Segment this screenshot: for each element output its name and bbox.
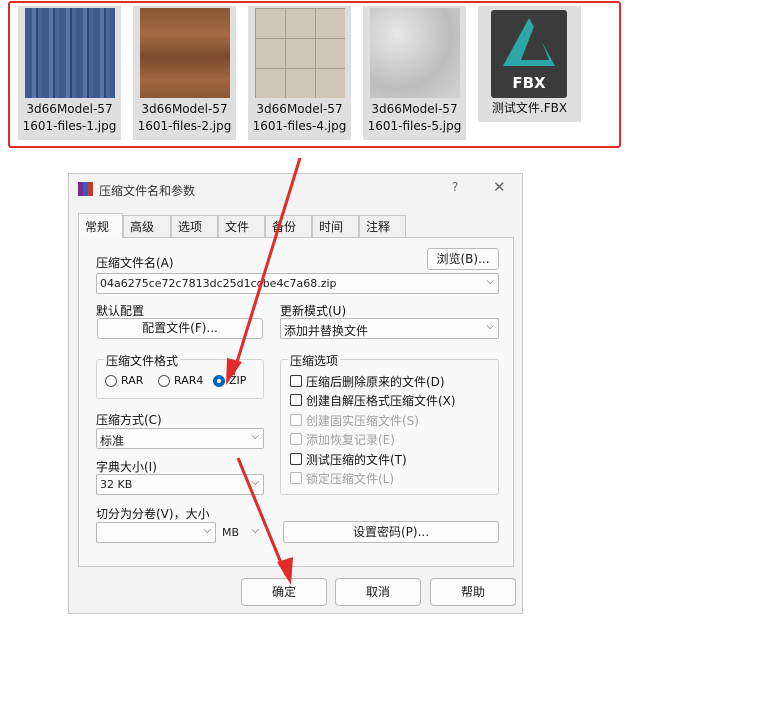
chevron-down-icon[interactable]: ⌵ bbox=[251, 525, 259, 536]
file-item-1[interactable]: 3d66Model-57 1601-files-1.jpg bbox=[18, 6, 121, 140]
chevron-down-icon[interactable]: ⌵ bbox=[203, 525, 211, 536]
help-button[interactable]: 帮助 bbox=[430, 578, 516, 606]
chevron-down-icon[interactable]: ⌵ bbox=[251, 431, 259, 442]
tab-time[interactable]: 时间 bbox=[312, 215, 359, 237]
lock-archive-checkbox bbox=[290, 472, 302, 484]
tab-general[interactable]: 常规 bbox=[78, 213, 123, 238]
image-thumbnail bbox=[370, 8, 460, 98]
archive-name-label: 压缩文件名(A) bbox=[96, 256, 174, 270]
file-item-2[interactable]: 3d66Model-57 1601-files-2.jpg bbox=[133, 6, 236, 140]
archive-format-label: 压缩文件格式 bbox=[104, 352, 181, 369]
compression-method-label: 压缩方式(C) bbox=[96, 413, 162, 427]
file-name: 3d66Model-57 1601-files-5.jpg bbox=[367, 102, 462, 133]
update-mode-select[interactable]: 添加并替换文件 ⌵ bbox=[280, 318, 499, 339]
dictionary-size-label: 字典大小(I) bbox=[96, 460, 157, 474]
image-thumbnail bbox=[25, 8, 115, 98]
format-rar-radio[interactable] bbox=[105, 375, 117, 387]
test-files-checkbox[interactable] bbox=[290, 453, 302, 465]
test-files-label: 测试压缩的文件(T) bbox=[306, 453, 407, 467]
delete-after-checkbox[interactable] bbox=[290, 375, 302, 387]
file-item-3[interactable]: 3d66Model-57 1601-files-4.jpg bbox=[248, 6, 351, 140]
lock-archive-label: 锁定压缩文件(L) bbox=[306, 472, 395, 486]
file-name: 3d66Model-57 1601-files-4.jpg bbox=[252, 102, 347, 133]
format-rar4-label: RAR4 bbox=[174, 374, 204, 387]
file-name: 3d66Model-57 1601-files-2.jpg bbox=[137, 102, 232, 133]
chevron-down-icon[interactable]: ⌵ bbox=[486, 321, 494, 332]
title-bar: 压缩文件名和参数 ? ✕ bbox=[69, 174, 522, 204]
tab-advanced[interactable]: 高级 bbox=[123, 215, 171, 237]
format-zip-label: ZIP bbox=[229, 374, 247, 387]
format-zip-radio[interactable] bbox=[213, 375, 225, 387]
default-profile-label: 默认配置 bbox=[96, 304, 145, 318]
profiles-button[interactable]: 配置文件(F)... bbox=[97, 318, 263, 339]
archive-options-label: 压缩选项 bbox=[288, 352, 341, 369]
solid-label: 创建固实压缩文件(S) bbox=[306, 414, 419, 428]
ok-button[interactable]: 确定 bbox=[241, 578, 327, 606]
tab-backup[interactable]: 备份 bbox=[265, 215, 312, 237]
file-item-5[interactable]: FBX 测试文件.FBX bbox=[478, 6, 581, 122]
file-name: 3d66Model-57 1601-files-1.jpg bbox=[22, 102, 117, 133]
chevron-down-icon[interactable]: ⌵ bbox=[486, 276, 494, 287]
image-thumbnail bbox=[255, 8, 345, 98]
winrar-icon bbox=[78, 182, 93, 196]
format-rar-label: RAR bbox=[121, 374, 144, 387]
archive-settings-dialog: 压缩文件名和参数 ? ✕ 常规 高级 选项 文件 备份 时间 注释 压缩文件名(… bbox=[68, 173, 523, 614]
general-panel: 压缩文件名(A) 浏览(B)... 04a6275ce72c7813dc25d1… bbox=[78, 237, 514, 567]
browse-button[interactable]: 浏览(B)... bbox=[427, 248, 499, 270]
file-item-4[interactable]: 3d66Model-57 1601-files-5.jpg bbox=[363, 6, 466, 140]
fbx-file-icon: FBX bbox=[491, 10, 567, 98]
dictionary-size-select[interactable]: 32 KB ⌵ bbox=[96, 474, 264, 495]
image-thumbnail bbox=[140, 8, 230, 98]
split-volumes-label: 切分为分卷(V)，大小 bbox=[96, 507, 210, 521]
compression-method-select[interactable]: 标准 ⌵ bbox=[96, 428, 264, 449]
sfx-label: 创建自解压格式压缩文件(X) bbox=[306, 394, 456, 408]
fbx-badge-text: FBX bbox=[512, 74, 546, 92]
recovery-record-label: 添加恢复记录(E) bbox=[306, 433, 395, 447]
split-unit-select[interactable]: MB ⌵ bbox=[218, 522, 264, 543]
update-mode-label: 更新模式(U) bbox=[280, 304, 347, 318]
solid-checkbox bbox=[290, 414, 302, 426]
dialog-title: 压缩文件名和参数 bbox=[99, 184, 196, 198]
file-name: 测试文件.FBX bbox=[491, 101, 568, 115]
sfx-checkbox[interactable] bbox=[290, 394, 302, 406]
delete-after-label: 压缩后删除原来的文件(D) bbox=[306, 375, 445, 389]
cancel-button[interactable]: 取消 bbox=[335, 578, 421, 606]
set-password-button[interactable]: 设置密码(P)... bbox=[283, 521, 499, 543]
tab-comment[interactable]: 注释 bbox=[359, 215, 406, 237]
chevron-down-icon[interactable]: ⌵ bbox=[251, 477, 259, 488]
archive-name-input[interactable]: 04a6275ce72c7813dc25d1ccbe4c7a68.zip ⌵ bbox=[96, 273, 499, 294]
split-size-input[interactable]: ⌵ bbox=[96, 522, 216, 543]
tab-options[interactable]: 选项 bbox=[171, 215, 218, 237]
format-rar4-radio[interactable] bbox=[158, 375, 170, 387]
tab-files[interactable]: 文件 bbox=[218, 215, 265, 237]
recovery-record-checkbox bbox=[290, 433, 302, 445]
help-icon[interactable]: ? bbox=[452, 180, 458, 194]
close-icon[interactable]: ✕ bbox=[493, 178, 506, 196]
